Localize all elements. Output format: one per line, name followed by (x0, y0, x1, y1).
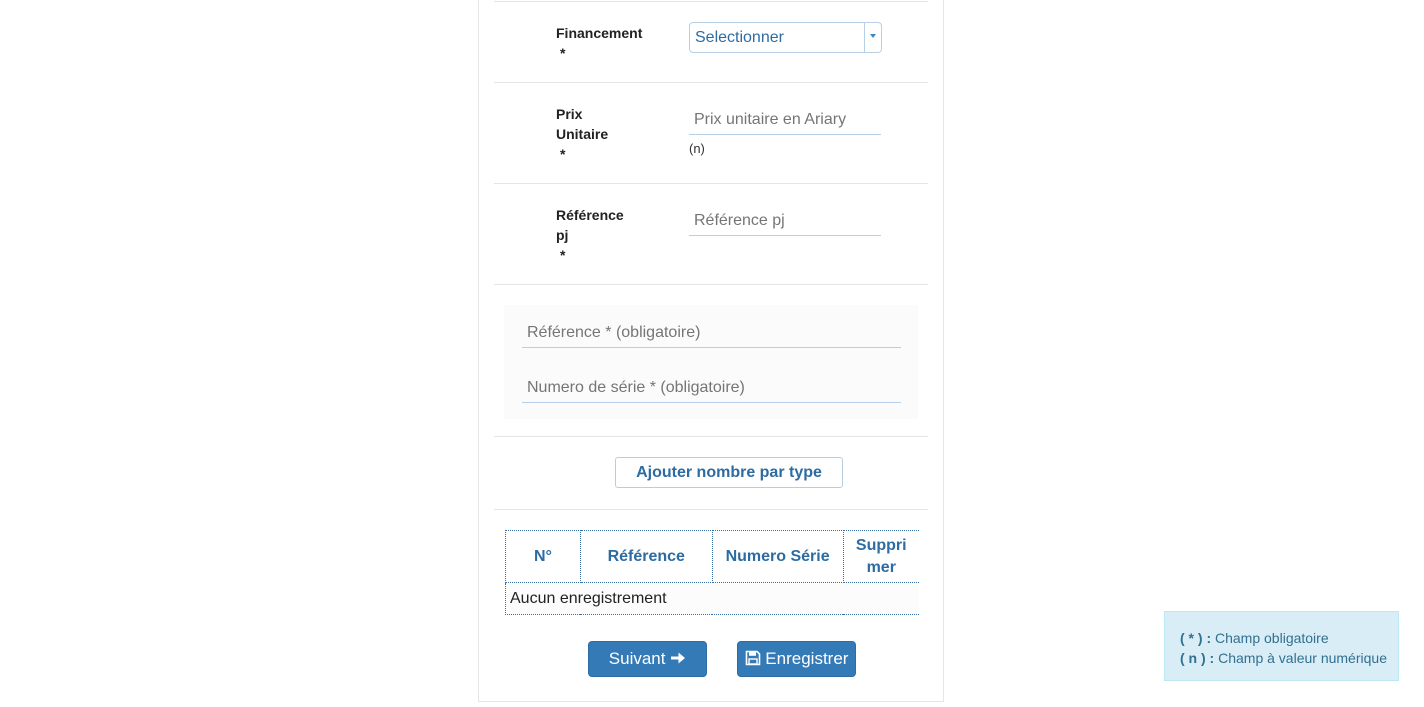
floppy-disk-icon (745, 649, 766, 668)
items-table: N° Référence Numero Série Suppri mer Auc… (505, 530, 919, 615)
legend-numeric: ( n ) : Champ à valeur numérique (1180, 650, 1387, 666)
empty-table-message: Aucun enregistrement (505, 582, 919, 615)
required-mark: * (560, 146, 566, 162)
add-count-by-type-button[interactable]: Ajouter nombre par type (615, 457, 843, 488)
divider (494, 1, 928, 2)
form-panel: Financement * Selectionner Prix Unitaire… (478, 0, 944, 702)
numeric-hint: (n) (689, 141, 705, 156)
column-header-reference: Référence (579, 530, 713, 583)
select-toggle[interactable] (864, 23, 881, 52)
divider (494, 284, 928, 285)
prix-unitaire-input[interactable] (689, 105, 881, 135)
divider (494, 183, 928, 184)
column-header-delete: Suppri mer (842, 530, 919, 583)
financement-select[interactable]: Selectionner (689, 22, 882, 53)
arrow-right-icon (670, 649, 686, 668)
legend-box: ( * ) : Champ obligatoire ( n ) : Champ … (1164, 611, 1399, 681)
caret-down-icon (870, 34, 876, 38)
next-button[interactable]: Suivant (588, 641, 707, 677)
reference-input[interactable] (522, 318, 901, 348)
reference-pj-input[interactable] (689, 206, 881, 236)
column-header-serial: Numero Série (711, 530, 844, 583)
financement-selected-value: Selectionner (695, 29, 784, 46)
divider (494, 436, 928, 437)
required-mark: * (560, 247, 566, 263)
legend-required: ( * ) : Champ obligatoire (1180, 630, 1329, 646)
prix-unitaire-label: Prix Unitaire * (556, 104, 646, 164)
table-header-row: N° Référence Numero Série Suppri mer (505, 530, 919, 583)
table-row: Aucun enregistrement (505, 582, 919, 615)
column-header-number: N° (505, 530, 581, 583)
required-mark: * (560, 45, 566, 61)
save-button[interactable]: Enregistrer (737, 641, 856, 677)
financement-label: Financement * (556, 23, 646, 63)
numero-serie-input[interactable] (522, 373, 901, 403)
divider (494, 509, 928, 510)
reference-pj-label: Référence pj * (556, 205, 646, 265)
divider (494, 82, 928, 83)
